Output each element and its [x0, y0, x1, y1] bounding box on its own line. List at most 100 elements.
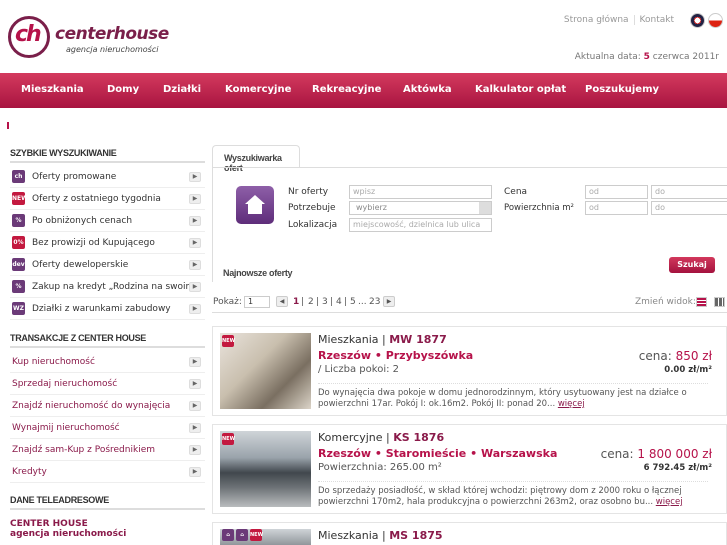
- arrow-right-icon: ▶: [189, 304, 201, 314]
- area-from-input[interactable]: od: [585, 201, 648, 215]
- listing-description-text: Do sprzedaży posiadłość, w skład której …: [318, 486, 682, 507]
- logo[interactable]: ch centerhouse agencja nieruchomości: [8, 16, 169, 62]
- page-1[interactable]: 1: [293, 297, 299, 307]
- quick-item-credit[interactable]: % Zakup na kredyt „Rodzina na swoim” ▶: [10, 276, 205, 298]
- credit-icon: %: [12, 280, 25, 293]
- quick-item-last-week[interactable]: NEW Oferty z ostatniego tygodnia ▶: [10, 188, 205, 210]
- home-link[interactable]: Strona główna: [558, 15, 635, 25]
- listing-location: Rzeszów • Staromieście • Warszawska: [318, 447, 558, 460]
- trans-item-label: Kup nieruchomość: [12, 357, 95, 367]
- price-value: 850 zł: [675, 349, 712, 363]
- page-23[interactable]: 23: [369, 297, 380, 307]
- quick-item-promoted[interactable]: ch Oferty promowane ▶: [10, 166, 205, 188]
- arrow-right-icon: ▶: [189, 172, 201, 182]
- quick-item-no-commission[interactable]: 0% Bez prowizji od Kupującego ▶: [10, 232, 205, 254]
- date-label: Aktualna data:: [574, 52, 641, 62]
- per-page-select[interactable]: 1: [244, 296, 270, 308]
- location-label: Lokalizacja: [288, 220, 338, 230]
- need-label: Potrzebuje: [288, 203, 336, 213]
- percent-icon: %: [12, 214, 25, 227]
- price-to-input[interactable]: do: [651, 185, 727, 199]
- more-link[interactable]: więcej: [558, 399, 585, 409]
- english-flag-icon[interactable]: [690, 13, 705, 28]
- more-link[interactable]: więcej: [656, 497, 683, 507]
- arrow-right-icon: ▶: [189, 282, 201, 292]
- logo-mark-text: ch: [15, 22, 42, 47]
- page-4[interactable]: 4: [336, 297, 342, 307]
- listing-card[interactable]: NEW Mieszkania | MW 1877 Rzeszów • Przyb…: [212, 326, 727, 416]
- listing-card[interactable]: ⌂ ⌂ NEW Mieszkania | MS 1875: [212, 522, 727, 545]
- quick-item-label: Oferty promowane: [32, 172, 117, 182]
- offer-number-label: Nr oferty: [288, 187, 329, 197]
- nav-item-kalkulator[interactable]: Kalkulator opłat: [475, 84, 566, 95]
- listing-card[interactable]: NEW Komercyjne | KS 1876 Rzeszów • Staro…: [212, 424, 727, 514]
- view-label: Zmień widok:: [635, 297, 696, 307]
- page-ellipsis: ...: [358, 297, 367, 307]
- nav-item-komercyjne[interactable]: Komercyjne: [225, 84, 291, 95]
- trans-item-label: Sprzedaj nieruchomość: [12, 379, 118, 389]
- page-3[interactable]: 3: [322, 297, 328, 307]
- quick-item-label: Oferty z ostatniego tygodnia: [32, 194, 161, 204]
- arrow-right-icon: ▶: [189, 401, 201, 411]
- listing-category-text: Komercyjne |: [318, 431, 394, 444]
- listing-code[interactable]: KS 1876: [393, 431, 444, 444]
- nav-item-poszukujemy[interactable]: Poszukujemy: [585, 84, 659, 95]
- contact-company: CENTER HOUSE: [10, 519, 88, 529]
- prev-page-icon[interactable]: ◀: [276, 296, 288, 307]
- price-from-input[interactable]: od: [585, 185, 648, 199]
- search-button[interactable]: Szukaj ofert: [669, 257, 715, 285]
- trans-item-sell[interactable]: Sprzedaj nieruchomość ▶: [10, 373, 205, 395]
- listing-code[interactable]: MW 1877: [389, 333, 447, 346]
- trans-item-label: Znajdź nieruchomość do wynajęcia: [12, 401, 171, 411]
- polish-flag-icon[interactable]: [708, 13, 723, 28]
- quick-item-developer[interactable]: dev Oferty deweloperskie ▶: [10, 254, 205, 276]
- trans-item-agent[interactable]: Znajdź sam-Kup z Pośrednikiem ▶: [10, 439, 205, 461]
- page-2[interactable]: 2: [308, 297, 314, 307]
- arrow-right-icon: ▶: [189, 379, 201, 389]
- listing-category: Mieszkania | MS 1875: [318, 529, 443, 542]
- sidebar: SZYBKIE WYSZUKIWANIE ch Oferty promowane…: [10, 148, 205, 539]
- main-nav: Mieszkania Domy Działki Komercyjne Rekre…: [0, 73, 727, 108]
- nav-item-rekreacyjne[interactable]: Rekreacyjne: [312, 84, 381, 95]
- quick-item-building-plots[interactable]: WZ Działki z warunkami zabudowy ▶: [10, 298, 205, 320]
- page-sep: |: [316, 297, 320, 307]
- quick-item-reduced[interactable]: % Po obniżonych cenach ▶: [10, 210, 205, 232]
- promoted-icon: ch: [12, 170, 25, 183]
- trans-item-credits[interactable]: Kredyty ▶: [10, 461, 205, 483]
- page-sep: |: [344, 297, 348, 307]
- listing-location: Rzeszów • Przybyszówka: [318, 349, 474, 362]
- need-select[interactable]: wybierz: [349, 201, 492, 215]
- new-badge-icon: NEW: [222, 335, 235, 347]
- new-badge-icon: NEW: [250, 529, 263, 541]
- area-to-input[interactable]: do: [651, 201, 727, 215]
- trans-item-label: Wynajmij nieruchomość: [12, 423, 120, 433]
- price-label: cena:: [638, 349, 676, 363]
- next-page-icon[interactable]: ▶: [383, 296, 395, 307]
- arrow-right-icon: ▶: [189, 238, 201, 248]
- trans-item-label: Znajdź sam-Kup z Pośrednikiem: [12, 445, 155, 455]
- list-view-icon[interactable]: [696, 297, 707, 307]
- quick-search-title: SZYBKIE WYSZUKIWANIE: [10, 148, 205, 163]
- page-5[interactable]: 5: [350, 297, 356, 307]
- nav-item-mieszkania[interactable]: Mieszkania: [21, 84, 84, 95]
- listing-code[interactable]: MS 1875: [389, 529, 442, 542]
- per-page-value: 1: [248, 297, 254, 306]
- chevron-down-icon: [479, 202, 491, 214]
- trans-item-find-rent[interactable]: Znajdź nieruchomość do wynajęcia ▶: [10, 395, 205, 417]
- grid-view-icon[interactable]: [714, 297, 725, 307]
- offer-number-input[interactable]: wpisz: [349, 185, 492, 199]
- search-panel: Wyszukiwarka ofert Nr oferty wpisz Potrz…: [212, 145, 727, 285]
- date-rest: czerwca 2011r: [652, 52, 719, 62]
- nav-item-domy[interactable]: Domy: [107, 84, 139, 95]
- search-form: Nr oferty wpisz Potrzebuje wybierz Lokal…: [212, 167, 727, 285]
- nav-item-dzialki[interactable]: Działki: [163, 84, 201, 95]
- nav-item-aktowka[interactable]: Aktówka: [403, 84, 452, 95]
- trans-item-buy[interactable]: Kup nieruchomość ▶: [10, 351, 205, 373]
- listing-area: Powierzchnia: 265.00 m²: [318, 462, 442, 473]
- tab-search[interactable]: Wyszukiwarka ofert: [212, 145, 300, 173]
- transactions-title: TRANSAKCJE Z CENTER HOUSE: [10, 333, 205, 348]
- contact-link[interactable]: Kontakt: [635, 15, 679, 25]
- location-input[interactable]: miejscowość, dzielnica lub ulica: [349, 218, 492, 232]
- arrow-right-icon: ▶: [189, 260, 201, 270]
- trans-item-rent-out[interactable]: Wynajmij nieruchomość ▶: [10, 417, 205, 439]
